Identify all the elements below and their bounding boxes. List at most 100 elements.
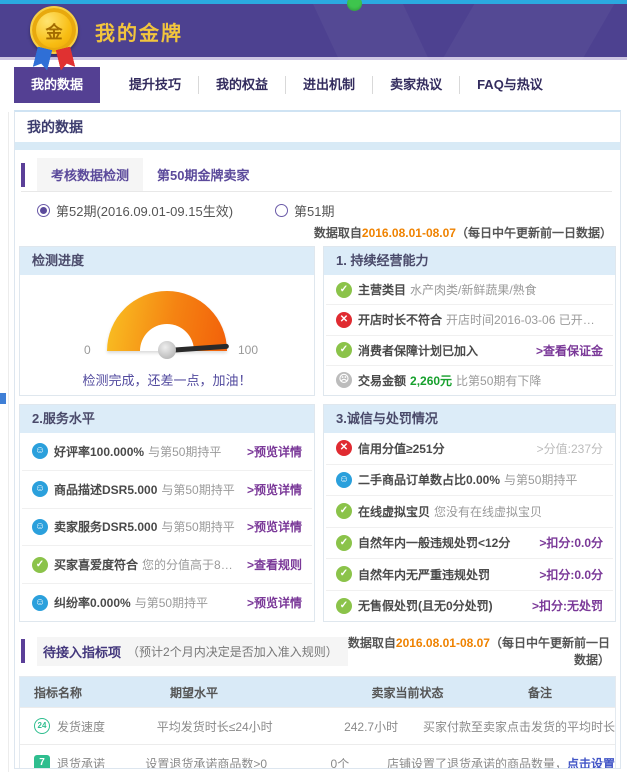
metric-detail: 与第50期持平 — [135, 594, 208, 611]
card-body: ✕ 信用分值≥251分 >分值:237分 ☺ 二手商品订单数占比0.00% 与第… — [324, 433, 615, 621]
metric-row: ✓ 买家喜爱度符合 您的分值高于80分 >查看规则 — [22, 545, 312, 583]
data-source-range: 2016.08.01-08.07 — [362, 226, 456, 240]
section-title: 我的数据 — [15, 112, 620, 142]
indicator-status: 0个 — [293, 755, 387, 770]
tab-faq[interactable]: FAQ与热议 — [459, 76, 560, 94]
pending-section-header: 待接入指标项 （预计2个月内决定是否加入准入规则） 数据取自2016.08.01… — [21, 634, 612, 668]
preview-detail-link[interactable]: >预览详情 — [239, 518, 302, 535]
card-body: ✓ 主营类目 水产肉类/新鲜蔬果/熟食 ✕ 开店时长不符合 开店时间2016-0… — [324, 275, 615, 395]
metric-label: 信用分值≥251分 — [358, 440, 445, 457]
metric-cards-grid: 检测进度 0 100 检测完成，还差一点，加油！ 1. 持续经营能力 — [19, 246, 616, 622]
col-header-expect: 期望水平 — [170, 684, 350, 701]
return-promise-icon: 7 — [34, 755, 50, 769]
subtab-assessment-check[interactable]: 考核数据检测 — [37, 158, 143, 191]
tab-seller-discussion[interactable]: 卖家热议 — [372, 76, 459, 94]
col-header-remark: 备注 — [465, 684, 615, 701]
tab-my-data[interactable]: 我的数据 — [14, 67, 100, 103]
data-source-note: 数据取自2016.08.01-08.07（每日中午更新前一日数据） — [15, 224, 620, 241]
metric-row: ✕ 开店时长不符合 开店时间2016-03-06 已开店156天 — [326, 304, 613, 334]
metric-label: 买家喜爱度符合 — [54, 556, 138, 573]
progress-gauge: 0 100 — [72, 287, 262, 361]
card-progress: 检测进度 0 100 检测完成，还差一点，加油！ — [19, 246, 315, 396]
deduction-link[interactable]: >扣分:0.0分 — [531, 566, 603, 583]
tab-entry-exit[interactable]: 进出机制 — [285, 76, 372, 94]
metric-label: 自然年内一般违规处罚<12分 — [358, 534, 510, 551]
deduction-link[interactable]: >扣分:0.0分 — [531, 534, 603, 551]
check-icon: ✓ — [336, 282, 352, 298]
indicator-remark: 买家付款至卖家点击发货的平均时长 — [423, 718, 615, 735]
data-source-range: 2016.08.01-08.07 — [396, 636, 490, 650]
click-setup-link[interactable]: 点击设置 — [567, 757, 615, 770]
period-radio-label: 第52期(2016.09.01-09.15生效) — [56, 201, 233, 220]
table-row: 7 退货承诺 设置退货承诺商品数>0 0个 店铺设置了退货承诺的商品数量，点击设… — [20, 744, 615, 769]
sub-tabs: 考核数据检测 第50期金牌卖家 — [21, 158, 612, 192]
check-icon: ✓ — [32, 557, 48, 573]
metric-row: ✓ 消费者保障计划已加入 >查看保证金 — [326, 335, 613, 365]
edge-blue-marker — [0, 393, 6, 404]
period-radio-52[interactable]: 第52期(2016.09.01-09.15生效) — [37, 201, 233, 220]
page-banner: 金 我的金牌 — [0, 4, 627, 60]
metric-row: ✓ 无售假处罚(且无0分处罚) >扣分:无处罚 — [326, 590, 613, 622]
metric-row: ☺ 卖家服务DSR5.000 与第50期持平 >预览详情 — [22, 508, 312, 546]
medal-text: 金 — [46, 18, 63, 43]
metric-value: 2,260元 — [410, 372, 452, 389]
metric-row: ☺ 商品描述DSR5.000 与第50期持平 >预览详情 — [22, 470, 312, 508]
indicator-status: 242.7小时 — [319, 718, 423, 735]
gold-medal-icon: 金 — [27, 6, 81, 66]
metric-label: 自然年内无严重违规处罚 — [358, 566, 490, 583]
preview-detail-link[interactable]: >预览详情 — [239, 443, 302, 460]
indicator-expect: 设置退货承诺商品数>0 — [145, 755, 292, 770]
tab-my-benefits[interactable]: 我的权益 — [198, 76, 285, 94]
smile-icon: ☺ — [32, 595, 48, 611]
indicator-name: 退货承诺 — [57, 755, 105, 770]
tab-improve-skills[interactable]: 提升技巧 — [112, 76, 198, 94]
metric-label: 卖家服务DSR5.000 — [54, 518, 157, 535]
view-deposit-link[interactable]: >查看保证金 — [528, 342, 603, 359]
deduction-link[interactable]: >扣分:无处罚 — [524, 597, 603, 614]
accent-bar — [21, 639, 25, 663]
preview-detail-link[interactable]: >预览详情 — [239, 594, 302, 611]
metric-detail: 与第50期持平 — [161, 481, 234, 498]
data-source-prefix: 数据取自 — [314, 226, 362, 240]
metric-label: 在线虚拟宝贝 — [358, 503, 430, 520]
check-icon: ✓ — [336, 342, 352, 358]
check-icon: ✓ — [336, 598, 352, 614]
card-progress-body: 0 100 检测完成，还差一点，加油！ — [20, 275, 314, 395]
page-title: 我的金牌 — [95, 17, 183, 46]
smile-icon: ☺ — [32, 481, 48, 497]
remark-text: 店铺设置了退货承诺的商品数量， — [387, 757, 567, 770]
indicator-name: 发货速度 — [57, 718, 105, 735]
data-source-prefix: 数据取自 — [348, 636, 396, 650]
metric-detail: 您的分值高于80分 — [142, 556, 239, 573]
metric-detail: 水产肉类/新鲜蔬果/熟食 — [410, 281, 537, 298]
period-radio-group: 第52期(2016.09.01-09.15生效) 第51期 — [37, 201, 620, 220]
metric-row: ☺ 二手商品订单数占比0.00% 与第50期持平 — [326, 464, 613, 496]
period-radio-51[interactable]: 第51期 — [275, 201, 334, 220]
card-integrity-penalty: 3.诚信与处罚情况 ✕ 信用分值≥251分 >分值:237分 ☺ 二手商品订单数… — [323, 404, 616, 622]
check-icon: ✓ — [336, 535, 352, 551]
smile-icon: ☺ — [32, 519, 48, 535]
card-progress-title: 检测进度 — [20, 247, 314, 275]
data-source-suffix: （每日中午更新前一日数据） — [490, 636, 610, 667]
gauge-max-label: 100 — [238, 343, 258, 357]
preview-detail-link[interactable]: >预览详情 — [239, 481, 302, 498]
metric-label: 交易金额 — [358, 372, 406, 389]
accent-bar — [21, 163, 25, 187]
cross-icon: ✕ — [336, 312, 352, 328]
view-rules-link[interactable]: >查看规则 — [239, 556, 302, 573]
card-service-level: 2.服务水平 ☺ 好评率100.000% 与第50期持平 >预览详情 ☺ 商品描… — [19, 404, 315, 622]
check-icon: ✓ — [336, 566, 352, 582]
pending-indicators-table: 指标名称 期望水平 卖家当前状态 备注 24 发货速度 平均发货时长≤24小时 … — [19, 676, 616, 769]
radio-unselected-icon — [275, 204, 288, 217]
metric-label: 消费者保障计划已加入 — [358, 342, 478, 359]
medal-circle: 金 — [30, 6, 78, 54]
col-header-status: 卖家当前状态 — [350, 684, 465, 701]
score-muted-text: >分值:237分 — [529, 440, 603, 457]
data-source-suffix: （每日中午更新前一日数据） — [456, 226, 612, 240]
table-header-row: 指标名称 期望水平 卖家当前状态 备注 — [20, 677, 615, 707]
subtab-period50-sellers[interactable]: 第50期金牌卖家 — [143, 158, 263, 191]
metric-row: ✓ 主营类目 水产肉类/新鲜蔬果/熟食 — [326, 275, 613, 304]
metric-label: 二手商品订单数占比0.00% — [358, 471, 500, 488]
period-radio-label: 第51期 — [294, 201, 334, 220]
metric-label: 商品描述DSR5.000 — [54, 481, 157, 498]
